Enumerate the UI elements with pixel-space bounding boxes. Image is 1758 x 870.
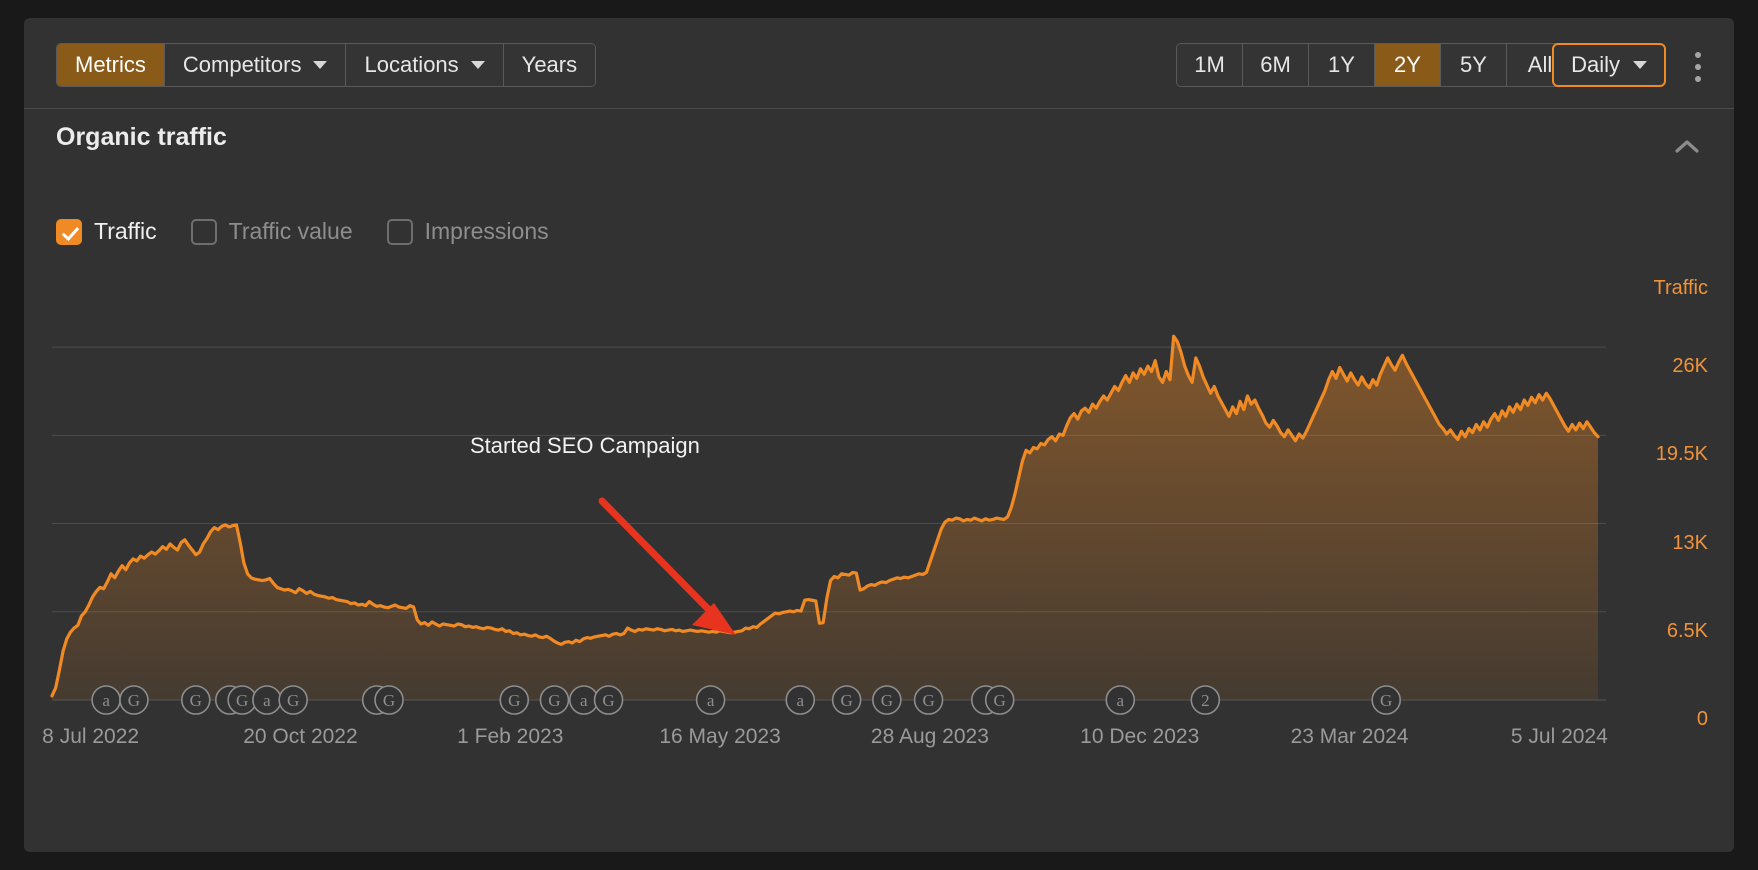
traffic-area-fill	[52, 336, 1598, 700]
range-1y[interactable]: 1Y	[1309, 44, 1375, 86]
y-tick-label: 6.5K	[1666, 619, 1708, 642]
checkbox-traffic[interactable]: Traffic	[56, 218, 157, 245]
svg-text:G: G	[383, 691, 395, 710]
chevron-down-icon	[470, 61, 485, 69]
svg-text:a: a	[1117, 691, 1125, 710]
organic-traffic-panel: Metrics Competitors Locations Years 1M 6M 1Y 2…	[24, 18, 1734, 852]
event-marker[interactable]: a	[785, 685, 816, 715]
x-tick-label: 23 Mar 2024	[1290, 725, 1409, 748]
range-6m[interactable]: 6M	[1243, 44, 1309, 86]
x-tick-label: 1 Feb 2023	[457, 725, 564, 748]
date-range-group[interactable]: 1M 6M 1Y 2Y 5Y All	[1176, 43, 1574, 87]
checkbox-impressions[interactable]: Impressions	[386, 218, 549, 245]
tab-competitors[interactable]: Competitors	[164, 44, 347, 86]
event-marker[interactable]: a	[1105, 685, 1136, 715]
chevron-down-icon	[1633, 61, 1647, 69]
x-tick-label: 28 Aug 2023	[870, 725, 989, 748]
svg-text:2: 2	[1201, 691, 1210, 710]
event-marker[interactable]: G	[539, 685, 570, 715]
event-marker[interactable]: G	[499, 685, 530, 715]
y-tick-label: 13K	[1672, 531, 1708, 554]
event-marker[interactable]: 2	[1190, 685, 1221, 715]
event-marker[interactable]: G	[593, 685, 624, 715]
annotation-arrow	[598, 497, 736, 635]
chevron-down-icon	[313, 61, 328, 69]
checkbox-empty-icon[interactable]	[386, 218, 413, 245]
event-marker[interactable]: a	[91, 685, 121, 715]
tab-label: Competitors	[182, 52, 302, 77]
svg-text:G: G	[881, 691, 893, 710]
svg-text:G: G	[922, 691, 934, 710]
app-root: Metrics Competitors Locations Years 1M 6M 1Y 2…	[0, 0, 1758, 870]
tab-locations[interactable]: Locations	[346, 44, 504, 86]
event-marker[interactable]: a	[252, 685, 282, 715]
event-marker[interactable]: a	[569, 685, 599, 715]
tab-label: Metrics	[75, 52, 146, 77]
traffic-chart-svg[interactable]: aGGGaGGGGaGaaGGGGa2G	[24, 273, 1734, 773]
event-marker[interactable]: G	[180, 685, 211, 715]
x-tick-label: 20 Oct 2022	[243, 725, 358, 748]
svg-text:G: G	[287, 691, 299, 710]
metric-tab-group[interactable]: Metrics Competitors Locations Years	[56, 43, 597, 87]
svg-text:G: G	[841, 691, 853, 710]
range-5y[interactable]: 5Y	[1441, 44, 1507, 86]
event-marker[interactable]: a	[695, 685, 726, 715]
traffic-chart: aGGGaGGGGaGaaGGGGa2G Traffic 26K 19.5K 13K 6…	[24, 273, 1734, 773]
chart-annotation-label: Started SEO Campaign	[470, 433, 700, 458]
event-marker[interactable]: G	[278, 685, 308, 715]
event-marker[interactable]: G	[831, 685, 862, 715]
event-marker[interactable]: G	[374, 685, 404, 715]
metric-checkbox-group[interactable]: Traffic Traffic value Impressions	[56, 218, 573, 245]
svg-text:G: G	[994, 691, 1006, 710]
kebab-dot	[1695, 64, 1701, 70]
tab-metrics[interactable]: Metrics	[57, 44, 165, 86]
event-marker[interactable]: G	[119, 685, 149, 715]
kebab-dot	[1695, 76, 1701, 82]
event-marker[interactable]: G	[984, 685, 1015, 715]
svg-text:G: G	[128, 691, 140, 710]
checkbox-label: Impressions	[424, 218, 549, 244]
chevron-up-icon[interactable]	[1670, 130, 1704, 164]
checkbox-label: Traffic value	[228, 218, 353, 244]
x-tick-label: 5 Jul 2024	[1510, 725, 1608, 748]
checkbox-label: Traffic	[94, 218, 157, 244]
x-tick-label: 16 May 2023	[659, 725, 781, 748]
svg-text:a: a	[796, 691, 804, 710]
svg-text:a: a	[580, 691, 588, 710]
checkbox-checked-icon[interactable]	[56, 218, 82, 245]
svg-text:a: a	[102, 691, 110, 710]
svg-text:G: G	[548, 691, 560, 710]
x-tick-label: 10 Dec 2023	[1080, 725, 1200, 748]
granularity-label: Daily	[1571, 52, 1620, 77]
section-title: Organic traffic	[56, 123, 227, 151]
kebab-dot	[1695, 52, 1701, 58]
svg-text:a: a	[263, 691, 271, 710]
svg-text:G: G	[508, 691, 520, 710]
kebab-menu-icon[interactable]	[1684, 52, 1712, 82]
svg-text:G: G	[1380, 691, 1392, 710]
y-axis-legend: Traffic	[1653, 277, 1708, 299]
chart-toolbar: Metrics Competitors Locations Years 1M 6M 1Y 2…	[24, 18, 1734, 109]
tab-years[interactable]: Years	[503, 44, 596, 86]
svg-text:G: G	[236, 691, 248, 710]
y-tick-label: 0	[1696, 708, 1708, 730]
svg-text:G: G	[602, 691, 614, 710]
event-marker[interactable]: G	[913, 685, 944, 715]
event-marker[interactable]: G	[1371, 685, 1401, 715]
svg-text:G: G	[190, 691, 202, 710]
y-tick-label: 26K	[1672, 355, 1708, 378]
event-marker[interactable]: G	[872, 685, 902, 715]
tab-label: Locations	[364, 52, 459, 77]
granularity-dropdown[interactable]: Daily	[1552, 43, 1666, 87]
range-1m[interactable]: 1M	[1177, 44, 1243, 86]
x-tick-label: 8 Jul 2022	[42, 725, 140, 748]
tab-label: Years	[521, 52, 578, 77]
checkbox-traffic-value[interactable]: Traffic value	[190, 218, 353, 245]
checkbox-empty-icon[interactable]	[190, 218, 217, 245]
y-tick-label: 19.5K	[1655, 443, 1708, 466]
svg-text:a: a	[707, 691, 715, 710]
range-2y[interactable]: 2Y	[1375, 44, 1441, 86]
event-marker[interactable]: G	[227, 685, 257, 715]
